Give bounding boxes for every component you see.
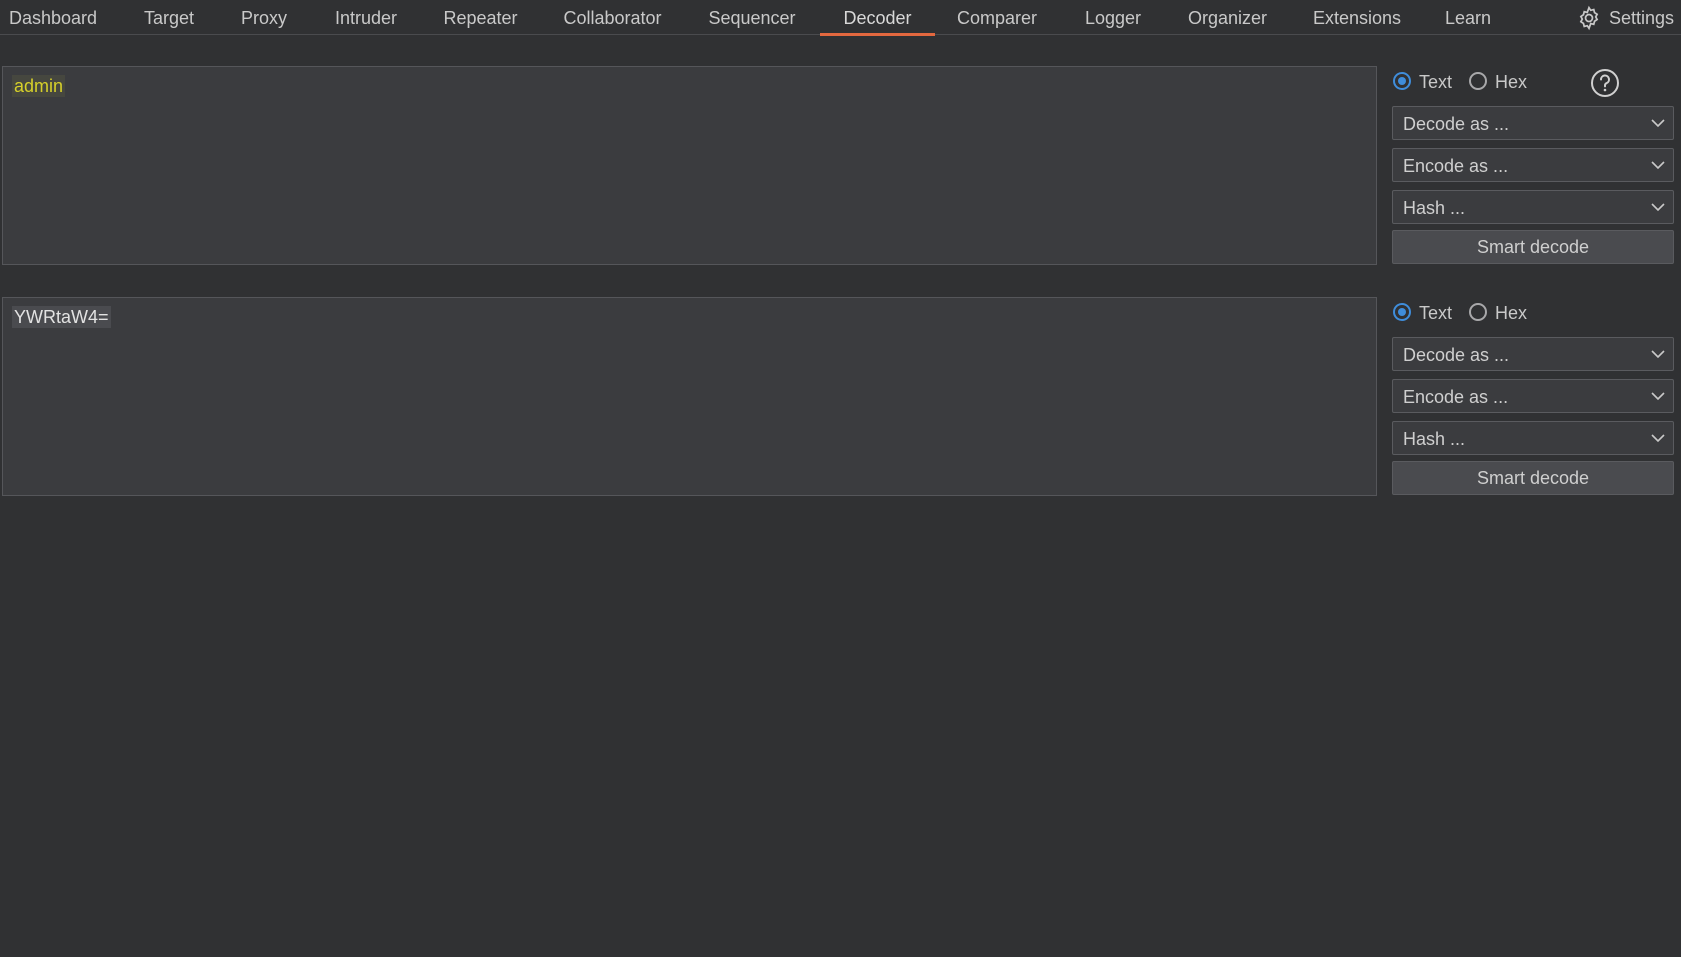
tab-intruder[interactable]: Intruder — [323, 0, 409, 35]
tab-comparer[interactable]: Comparer — [951, 0, 1043, 35]
decode-as-value: Decode as ... — [1403, 114, 1510, 134]
radio-text-label: Text — [1419, 303, 1453, 323]
input-editor[interactable]: admin — [2, 66, 1377, 265]
input-editor-text: admin — [12, 75, 66, 97]
chevron-down-icon — [1651, 350, 1665, 359]
tab-logger[interactable]: Logger — [1077, 0, 1149, 35]
chevron-down-icon — [1651, 203, 1665, 212]
output-editor-text: YWRtaW4= — [12, 306, 111, 328]
tab-proxy[interactable]: Proxy — [230, 0, 298, 35]
tab-target[interactable]: Target — [131, 0, 207, 35]
hash-value: Hash ... — [1403, 429, 1466, 449]
format-radio-group: Text Hex — [1392, 299, 1674, 329]
decode-as-select[interactable]: Decode as ... — [1392, 106, 1674, 140]
tab-extensions[interactable]: Extensions — [1306, 0, 1408, 35]
radio-hex-label: Hex — [1495, 72, 1528, 92]
radio-text-indicator — [1393, 72, 1411, 90]
radio-text-indicator — [1393, 303, 1411, 321]
chevron-down-icon — [1651, 119, 1665, 128]
encode-as-value: Encode as ... — [1403, 387, 1509, 407]
settings-label: Settings — [1609, 8, 1675, 28]
smart-decode-button[interactable]: Smart decode — [1392, 461, 1674, 495]
tab-sequencer[interactable]: Sequencer — [699, 0, 805, 35]
main-tab-bar: Dashboard Target Proxy Intruder Repeater… — [0, 0, 1681, 36]
tab-decoder[interactable]: Decoder — [820, 0, 935, 36]
radio-hex-label: Hex — [1495, 303, 1528, 323]
output-controls: Text Hex Decode as ... Encode as ... Has… — [1392, 299, 1674, 495]
hash-select[interactable]: Hash ... — [1392, 190, 1674, 224]
hash-value: Hash ... — [1403, 198, 1466, 218]
tab-learn[interactable]: Learn — [1440, 0, 1496, 35]
radio-hex-indicator — [1469, 72, 1487, 90]
tab-organizer[interactable]: Organizer — [1179, 0, 1276, 35]
tab-collaborator[interactable]: Collaborator — [553, 0, 672, 35]
help-icon[interactable] — [1590, 68, 1620, 98]
encode-as-select[interactable]: Encode as ... — [1392, 379, 1674, 413]
encode-as-select[interactable]: Encode as ... — [1392, 148, 1674, 182]
input-controls: Text Hex Decode as ... Encode as ... Has… — [1392, 68, 1674, 264]
format-radio-group: Text Hex — [1392, 68, 1674, 98]
output-editor[interactable]: YWRtaW4= — [2, 297, 1377, 496]
chevron-down-icon — [1651, 434, 1665, 443]
chevron-down-icon — [1651, 161, 1665, 170]
gear-icon — [1579, 5, 1599, 31]
radio-text-label: Text — [1419, 72, 1453, 92]
radio-hex-indicator — [1469, 303, 1487, 321]
chevron-down-icon — [1651, 392, 1665, 401]
encode-as-value: Encode as ... — [1403, 156, 1509, 176]
tab-dashboard[interactable]: Dashboard — [0, 0, 106, 35]
smart-decode-button[interactable]: Smart decode — [1392, 230, 1674, 264]
decode-as-select[interactable]: Decode as ... — [1392, 337, 1674, 371]
tab-repeater[interactable]: Repeater — [435, 0, 526, 35]
hash-select[interactable]: Hash ... — [1392, 421, 1674, 455]
decode-as-value: Decode as ... — [1403, 345, 1510, 365]
